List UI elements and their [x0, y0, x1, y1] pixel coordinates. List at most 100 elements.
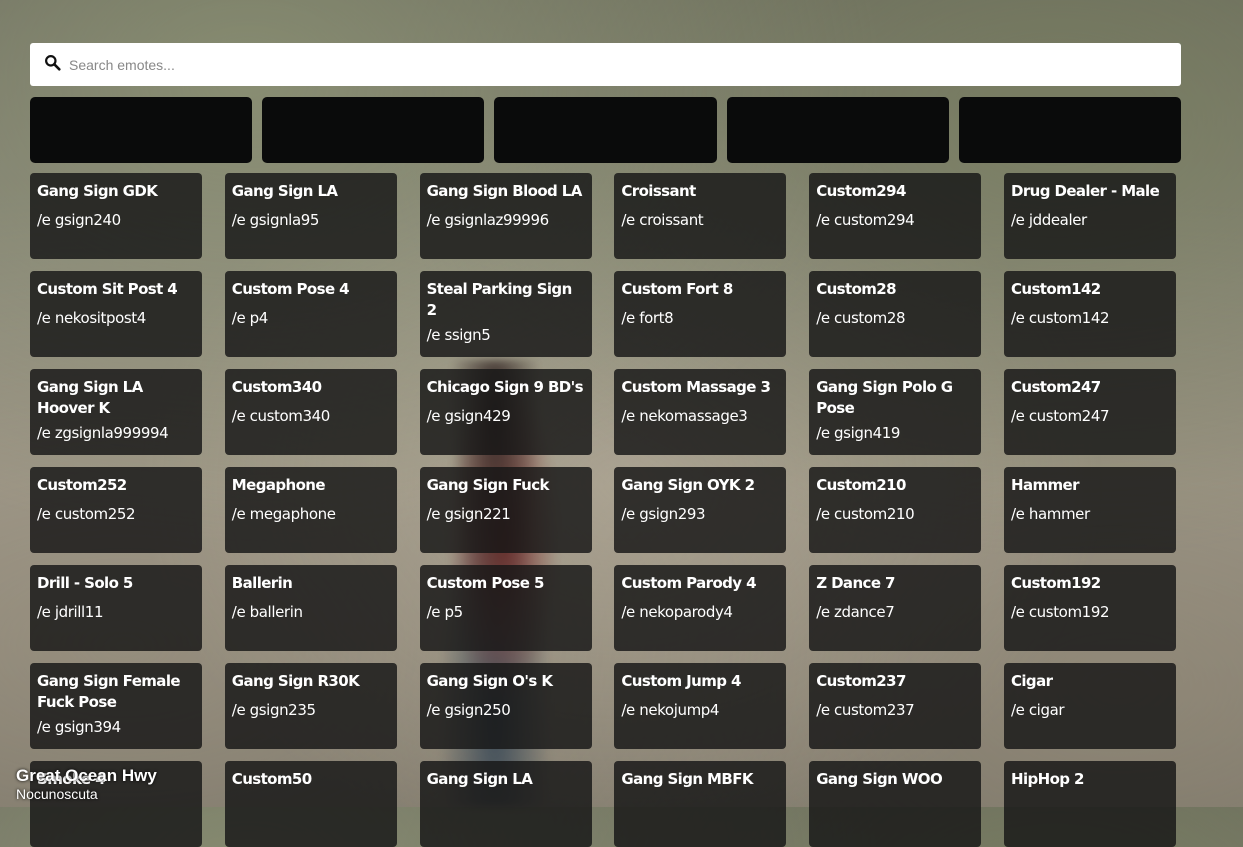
emote-card[interactable]: Gang Sign OYK 2/e gsign293 [614, 467, 787, 553]
emote-card[interactable]: Gang Sign Fuck/e gsign221 [419, 467, 592, 553]
search-input[interactable] [67, 55, 1151, 74]
emote-card[interactable]: Chicago Sign 9 BD's/e gsign429 [419, 369, 592, 455]
emote-card[interactable]: Custom Parody 4/e nekoparody4 [614, 565, 787, 651]
emote-name: Gang Sign O's K [426, 672, 553, 690]
emote-name: Custom50 [231, 770, 312, 788]
street-name: Great Ocean Hwy [16, 766, 157, 785]
emote-card[interactable]: Megaphone/e megaphone [224, 467, 397, 553]
emote-name: Custom247 [1010, 378, 1101, 396]
emote-command: /e fort8 [621, 309, 674, 327]
emote-command: /e custom210 [816, 505, 915, 523]
emote-card[interactable]: Custom192/e custom192 [1003, 565, 1176, 651]
emote-name: Gang Sign Fuck [426, 476, 550, 494]
emote-name: Custom Pose 5 [426, 574, 545, 592]
emote-card[interactable]: Ballerin/e ballerin [224, 565, 397, 651]
search-bar[interactable] [30, 43, 1181, 86]
emote-command: /e custom247 [1010, 407, 1110, 425]
emote-name: Gang Sign Blood LA [426, 182, 583, 200]
emote-command: /e custom252 [37, 505, 136, 523]
category-tabs [30, 97, 1182, 163]
emote-name: Custom Massage 3 [621, 378, 771, 396]
emote-card[interactable]: Cigar/e cigar [1003, 663, 1176, 749]
emote-card[interactable]: Custom28/e custom28 [809, 271, 982, 357]
emote-command: /e ssign5 [426, 326, 491, 344]
emote-command: /e gsign250 [426, 701, 511, 719]
emote-card[interactable]: Custom340/e custom340 [224, 369, 397, 455]
emote-card[interactable]: Gang Sign R30K/e gsign235 [224, 663, 397, 749]
emote-name: Chicago Sign 9 BD's [426, 378, 584, 396]
emote-card[interactable]: Gang Sign GDK/e gsign240 [30, 173, 202, 259]
emote-card[interactable]: Gang Sign LA/e gsignla95 [224, 173, 397, 259]
category-tab-1[interactable] [30, 97, 253, 163]
emote-card[interactable]: Gang Sign MBFK [614, 761, 787, 847]
emote-card[interactable]: Custom142/e custom142 [1003, 271, 1176, 357]
emote-name: Custom192 [1010, 574, 1101, 592]
emote-card[interactable]: Gang Sign LA [419, 761, 592, 847]
emote-card[interactable]: Custom50 [224, 761, 397, 847]
emote-name: Ballerin [231, 574, 293, 592]
emote-command: /e gsign235 [231, 701, 316, 719]
emote-card[interactable]: Custom Sit Post 4/e nekositpost4 [30, 271, 202, 357]
emote-name: Custom Parody 4 [621, 574, 756, 592]
emote-command: /e nekoparody4 [621, 603, 733, 621]
emote-name: HipHop 2 [1010, 770, 1084, 788]
emote-name: Custom Jump 4 [621, 672, 741, 690]
emote-card[interactable]: Gang Sign LA Hoover K/e zgsignla999994 [30, 369, 202, 455]
emote-name: Hammer [1010, 476, 1080, 494]
emote-command: /e gsign293 [621, 505, 706, 523]
category-tab-2[interactable] [262, 97, 485, 163]
emote-name: Custom210 [816, 476, 906, 494]
emote-card[interactable]: Gang Sign WOO [809, 761, 982, 847]
emote-command: /e nekojump4 [621, 701, 720, 719]
emote-card[interactable]: Drug Dealer - Male/e jddealer [1003, 173, 1176, 259]
emote-command: /e hammer [1010, 505, 1090, 523]
emote-name: Custom28 [816, 280, 896, 298]
emote-name: Custom Fort 8 [621, 280, 733, 298]
emote-card[interactable]: Custom Massage 3/e nekomassage3 [614, 369, 787, 455]
emote-command: /e nekomassage3 [621, 407, 748, 425]
emote-card[interactable]: Custom247/e custom247 [1003, 369, 1176, 455]
emote-command: /e cigar [1010, 701, 1065, 719]
category-tab-3[interactable] [494, 97, 717, 163]
emote-card[interactable]: Custom Pose 4/e p4 [224, 271, 397, 357]
emote-name: Custom340 [231, 378, 322, 396]
emote-name: Gang Sign OYK 2 [621, 476, 755, 494]
emote-card[interactable]: Gang Sign O's K/e gsign250 [419, 663, 592, 749]
emote-card[interactable]: Custom Pose 5/e p5 [419, 565, 592, 651]
emote-card[interactable]: Custom252/e custom252 [30, 467, 202, 553]
category-tab-5[interactable] [958, 97, 1182, 163]
emote-grid: Gang Sign GDK/e gsign240 Gang Sign LA/e g… [30, 173, 1176, 847]
emote-card[interactable]: Custom Jump 4/e nekojump4 [614, 663, 787, 749]
emote-command: /e ballerin [231, 603, 303, 621]
emote-name: Z Dance 7 [816, 574, 895, 592]
emote-card[interactable]: Hammer/e hammer [1003, 467, 1176, 553]
emote-card[interactable]: Gang Sign Polo G Pose/e gsign419 [809, 369, 982, 455]
emote-card[interactable]: HipHop 2 [1003, 761, 1176, 847]
emote-card[interactable]: Z Dance 7/e zdance7 [809, 565, 982, 651]
emote-card[interactable]: Custom Fort 8/e fort8 [614, 271, 787, 357]
emote-name: Gang Sign Female Fuck Pose [37, 672, 181, 711]
emote-command: /e p5 [426, 603, 464, 621]
emote-name: Cigar [1010, 672, 1053, 690]
emote-card[interactable]: Gang Sign Female Fuck Pose/e gsign394 [30, 663, 202, 749]
emote-card[interactable]: Drill - Solo 5/e jdrill11 [30, 565, 202, 651]
emote-command: /e gsign419 [816, 424, 901, 442]
emote-name: Custom Sit Post 4 [37, 280, 178, 298]
emote-command: /e custom192 [1010, 603, 1110, 621]
emote-name: Custom252 [37, 476, 127, 494]
emote-command: /e gsign240 [37, 211, 121, 229]
emote-name: Custom Pose 4 [231, 280, 350, 298]
emote-card[interactable]: Gang Sign Blood LA/e gsignlaz99996 [419, 173, 592, 259]
emote-card[interactable]: Steal Parking Sign 2/e ssign5 [419, 271, 592, 357]
emote-command: /e nekositpost4 [37, 309, 146, 327]
emote-card[interactable]: Custom210/e custom210 [809, 467, 982, 553]
emote-name: Custom237 [816, 672, 906, 690]
emote-card[interactable]: Croissant/e croissant [614, 173, 787, 259]
emote-card[interactable]: Custom237/e custom237 [809, 663, 982, 749]
emote-command: /e gsign429 [426, 407, 511, 425]
emote-command: /e custom294 [816, 211, 915, 229]
emote-name: Gang Sign Polo G Pose [816, 378, 953, 417]
emote-card[interactable]: Custom294/e custom294 [809, 173, 982, 259]
category-tab-4[interactable] [726, 97, 949, 163]
emote-name: Gang Sign LA [231, 182, 338, 200]
